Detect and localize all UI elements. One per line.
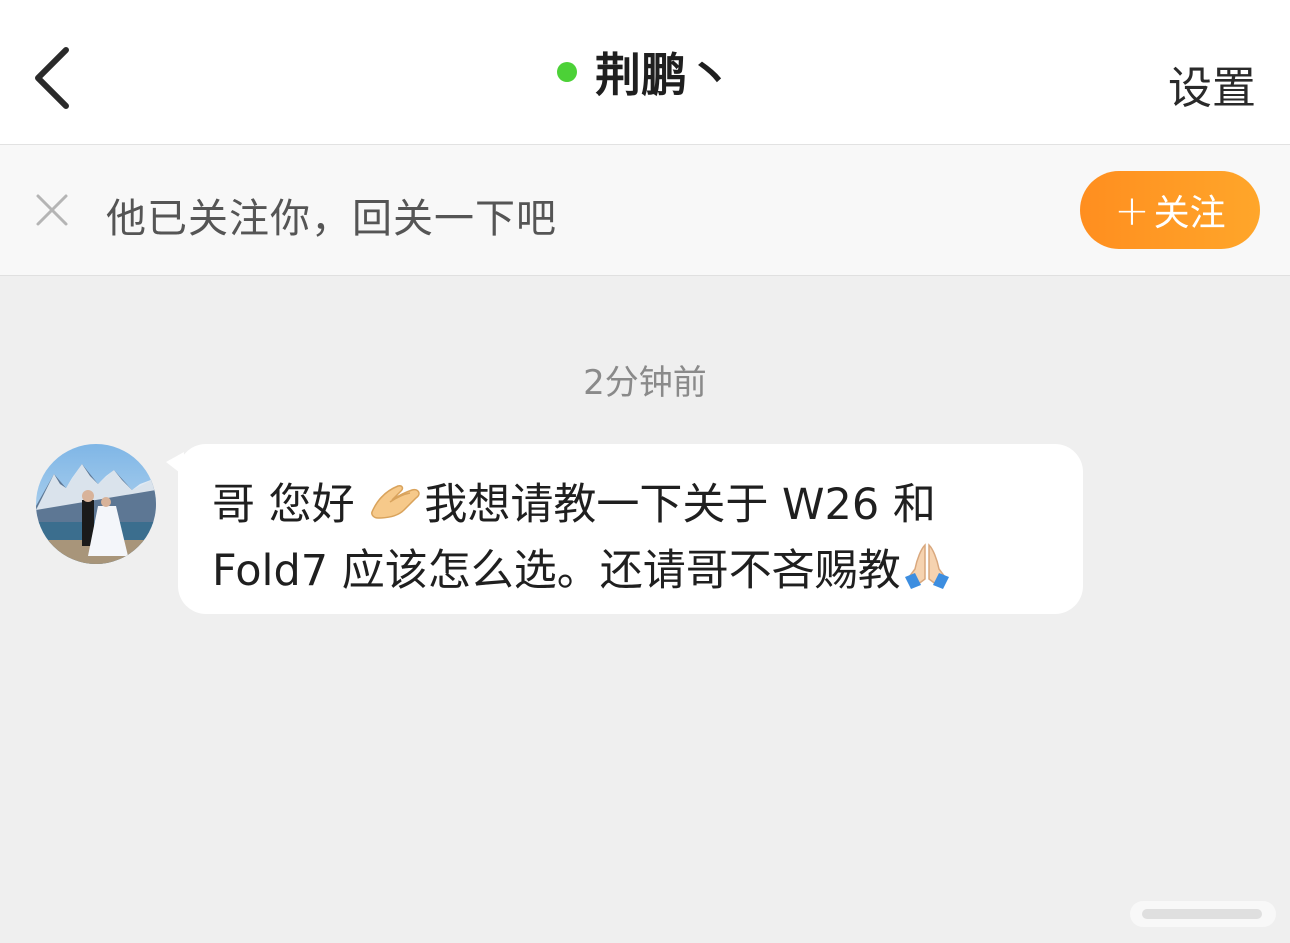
watermark — [1130, 901, 1276, 927]
follow-button[interactable]: + 关注 — [1080, 171, 1260, 249]
plus-icon: + — [1114, 185, 1150, 235]
chat-header: 荆鹏丶 设置 — [0, 0, 1290, 145]
message-bubble[interactable]: 哥 您好 我想请教一下关于 W26 和 Fold7 应该怎么选。还请哥不吝赐教 — [178, 444, 1083, 614]
settings-button[interactable]: 设置 — [1168, 52, 1256, 116]
message-text: 我想请教一下关于 W26 和 — [424, 480, 936, 530]
avatar-photo — [36, 444, 156, 564]
message-text: 哥 您好 — [212, 480, 369, 530]
message-text: Fold7 应该怎么选。还请哥不吝赐教 — [212, 545, 901, 596]
follow-back-message: 他已关注你，回关一下吧 — [106, 196, 557, 242]
title-wrap: 荆鹏丶 — [0, 0, 1290, 144]
close-icon — [36, 194, 68, 226]
close-follow-bar-button[interactable] — [34, 192, 70, 228]
message-timestamp: 2分钟前 — [583, 363, 707, 403]
avatar[interactable] — [36, 444, 156, 564]
chevron-left-icon — [35, 47, 69, 109]
message-line: 哥 您好 我想请教一下关于 W26 和 — [212, 474, 1053, 539]
back-button[interactable] — [22, 38, 82, 118]
folded-hands-emoji-icon — [901, 539, 953, 608]
contact-name-title: 荆鹏丶 — [595, 48, 733, 102]
online-status-dot — [557, 62, 577, 82]
follow-button-label: 关注 — [1153, 193, 1226, 234]
message-line: Fold7 应该怎么选。还请哥不吝赐教 — [212, 539, 1053, 608]
pinched-hands-emoji-icon — [368, 477, 424, 539]
